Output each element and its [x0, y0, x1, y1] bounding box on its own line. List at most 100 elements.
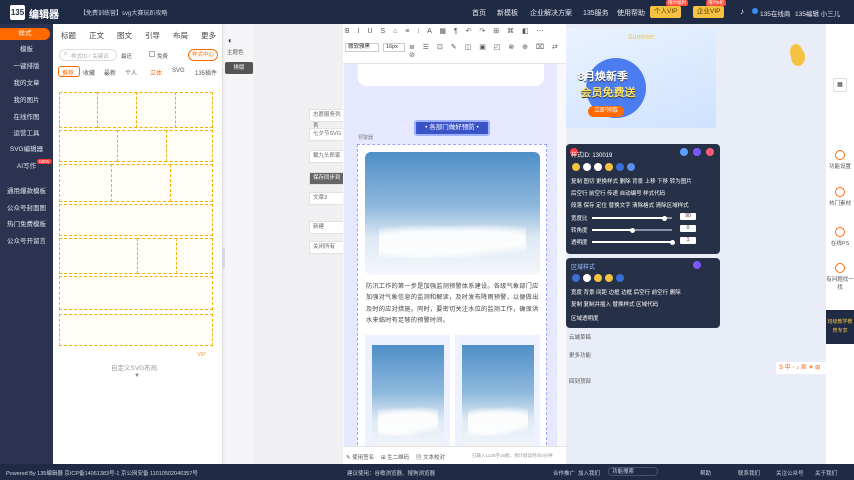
tab-guide[interactable]: 引导: [145, 30, 160, 41]
sidebar-item-ops-tools[interactable]: 运营工具: [0, 128, 53, 140]
draft-item[interactable]: 志愿服务列表: [309, 109, 345, 129]
tab-body[interactable]: 正文: [89, 30, 104, 41]
font-size-select[interactable]: 16px: [383, 43, 405, 52]
nav-new-templates[interactable]: 新模板: [497, 8, 518, 18]
area-actions-row1[interactable]: 宽度 背景 间距 边框 边框 后空行 前空行 删除: [571, 288, 681, 296]
bell-icon[interactable]: ♪: [740, 7, 744, 16]
logo-text[interactable]: 编辑器: [29, 6, 59, 21]
subtab-personal[interactable]: 个人: [125, 68, 137, 77]
layout-block[interactable]: [59, 238, 213, 274]
help-icon[interactable]: [693, 148, 701, 156]
avatar[interactable]: [752, 8, 758, 14]
format-icons-row2[interactable]: ≣ ☰ ⊡ ✎ ◫ ▣ ◰ ⊗ ⊕ ⌧ ⇄ ⊘: [409, 43, 566, 59]
color-swatch[interactable]: [594, 163, 602, 171]
rotation-slider[interactable]: [592, 227, 672, 233]
footer-link-join[interactable]: 加入我们: [578, 469, 600, 477]
logo-mark[interactable]: 135: [10, 5, 25, 20]
section-header-badge[interactable]: • 各部门做好预防 •: [414, 120, 490, 136]
layout-cell[interactable]: [97, 92, 137, 128]
layout-cell[interactable]: [175, 92, 213, 128]
save-sync-button[interactable]: 保存同步到: [309, 172, 345, 185]
subtab-favorites[interactable]: 收藏: [83, 68, 95, 77]
color-swatch[interactable]: [572, 163, 580, 171]
article-block[interactable]: 防汛工作的第一步是加强监测预警体系建设。各级气象部门应加强对气象信息的监测和解读…: [357, 144, 547, 451]
sidebar-item-cover-image[interactable]: 公众号封面图: [0, 203, 53, 215]
style-actions-row2[interactable]: 后空行 前空行 传递 自动编号 样式代码: [571, 189, 665, 197]
layout-block[interactable]: [59, 276, 213, 310]
article-paragraph[interactable]: 防汛工作的第一步是加强监测预警体系建设。各级气象部门应加强对气象信息的监测和解读…: [366, 281, 540, 326]
opacity-slider[interactable]: [592, 239, 675, 245]
input-method-bar[interactable]: S 中 ◦ ♪ ▦ ✦ ⊞: [776, 362, 828, 374]
sidebar-item-auto-layout[interactable]: 一键排版: [0, 61, 53, 73]
close-icon[interactable]: [706, 148, 714, 156]
layout-block[interactable]: [59, 204, 213, 236]
refresh-icon[interactable]: [680, 148, 688, 156]
prev-section[interactable]: [358, 64, 544, 86]
subtab-latest[interactable]: 最新: [104, 68, 116, 77]
back-to-top-button[interactable]: 回到顶部: [567, 377, 603, 388]
layout-cell[interactable]: [137, 238, 177, 274]
footer-link-follow[interactable]: 关注公众号: [776, 469, 804, 477]
sidebar-item-templates[interactable]: 模板: [0, 44, 53, 56]
theme-color-button[interactable]: 主题色: [227, 48, 244, 56]
tab-more[interactable]: 更多: [201, 30, 216, 41]
sidebar-item-svg-editor[interactable]: SVG编辑器: [0, 144, 53, 156]
subtab-3d[interactable]: 立体: [150, 68, 162, 77]
footer-link-contact[interactable]: 联系我们: [738, 469, 760, 477]
rail-settings[interactable]: 功能设置: [826, 150, 854, 170]
proofread-button[interactable]: ▤ 文本校对: [416, 453, 445, 461]
footer-search-input[interactable]: 功能搜索: [608, 467, 658, 476]
style-actions-row3[interactable]: 段落 保存 定位 替换文字 清除格式 清除区域样式: [571, 201, 689, 209]
qrcode-icon[interactable]: ▦: [833, 78, 847, 92]
subtab-plugin[interactable]: 135插件: [195, 68, 217, 77]
sidebar-item-online-design[interactable]: 在线作图: [0, 112, 53, 124]
help-icon[interactable]: [693, 261, 701, 269]
color-swatch[interactable]: [583, 274, 591, 282]
cloud-photo-right[interactable]: [462, 345, 534, 451]
rail-hot-materials[interactable]: 热门素材: [826, 187, 854, 207]
sidebar-item-free-templates[interactable]: 热门免费模板: [0, 219, 53, 231]
free-checkbox[interactable]: [149, 51, 155, 57]
tab-layout[interactable]: 布局: [173, 30, 188, 41]
custom-svg-layout-label[interactable]: 自定义SVG布局: [111, 362, 157, 372]
color-swatch[interactable]: [627, 163, 635, 171]
banner-claim-button[interactable]: 立即领取: [588, 106, 624, 117]
color-swatch[interactable]: [572, 274, 580, 282]
draft-item[interactable]: 载九头郎家: [309, 150, 345, 163]
color-swatch[interactable]: [616, 274, 624, 282]
cloud-photo-left[interactable]: [372, 345, 444, 451]
chevron-down-icon[interactable]: ▼: [134, 373, 140, 379]
close-all-button[interactable]: 关闭所有: [309, 241, 345, 254]
sidebar-item-comments[interactable]: 公众号开留言: [0, 236, 53, 248]
promo-notice[interactable]: 【免费训练营】svg大赛玩趴攻略: [80, 8, 167, 17]
font-family-select[interactable]: 微软雅黑: [345, 43, 379, 52]
search-input[interactable]: 样式ID / 关键词: [71, 52, 109, 60]
draft-item[interactable]: 七夕节SVG: [309, 128, 345, 141]
draft-item[interactable]: 文章3: [309, 192, 345, 205]
personal-vip-button[interactable]: 个人VIP: [650, 6, 682, 18]
nav-help[interactable]: 使用帮助: [617, 8, 645, 18]
style-actions-row1[interactable]: 复制 图切 更换样式 删除 背景 上移 下移 转为图片: [571, 177, 692, 185]
sidebar-item-hot-templates[interactable]: 通用爆款模板: [0, 186, 53, 198]
subtab-svg[interactable]: SVG: [172, 68, 185, 74]
sidebar-item-my-images[interactable]: 我的图片: [0, 95, 53, 107]
style-center-button[interactable]: 样式中心: [188, 49, 218, 61]
width-ratio-slider[interactable]: [592, 215, 672, 221]
nav-135-service[interactable]: 135服务: [583, 8, 609, 18]
rail-help-search[interactable]: 有问题找一找: [826, 263, 854, 291]
footer-link-help[interactable]: 帮助: [700, 469, 711, 477]
user-name[interactable]: 135编辑 小三儿: [795, 8, 840, 18]
signature-button[interactable]: ✎ 使用签名: [346, 453, 374, 461]
tab-image-text[interactable]: 图文: [117, 30, 132, 41]
cloud-photo[interactable]: [365, 152, 540, 275]
footer-link-about[interactable]: 关于我们: [815, 469, 837, 477]
color-swatch[interactable]: [605, 274, 613, 282]
cloud-drafts-button[interactable]: 云端草稿: [567, 333, 603, 344]
qrcode-button[interactable]: ⊞ 生二维码: [381, 453, 409, 461]
subtab-recommended[interactable]: 推荐: [62, 68, 74, 77]
new-article-button[interactable]: 新建: [309, 221, 345, 234]
area-actions-row2[interactable]: 复制 复制并插入 替换样式 区域代码: [571, 300, 658, 308]
format-icons-row1[interactable]: B I U S ⌂ ≡ ⁝ A ▦ ¶ ↶ ↷ ⊞ ⌘ ◧ ⋯: [345, 27, 547, 35]
more-features-button[interactable]: 更多功能: [567, 351, 603, 362]
footer-link-partner[interactable]: 合作推广: [553, 469, 575, 477]
